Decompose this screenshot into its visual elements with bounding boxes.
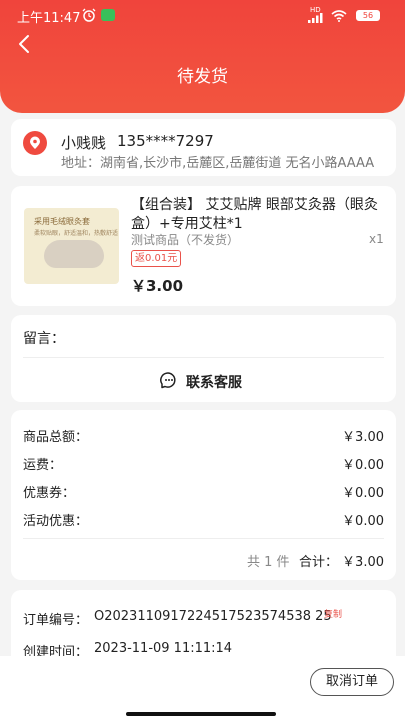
product-image: 采用毛绒眼灸套 柔软贴眼，舒适温和，热敷舒适 xyxy=(24,208,119,284)
summary-row-activity-discount: 活动优惠： ￥0.00 xyxy=(23,510,384,530)
product-name: 【组合装】 艾艾贴牌 眼部艾灸器（眼灸盒）+专用艾柱*1 xyxy=(131,197,378,232)
battery-icon: 56 xyxy=(356,10,380,21)
summary-label: 优惠券： xyxy=(23,486,76,501)
location-pin-icon xyxy=(23,131,47,155)
total-value: ￥3.00 xyxy=(342,555,384,570)
product-spec: 测试商品（不发货） xyxy=(131,233,240,247)
order-number-value: O2023110917224517523574538 25 xyxy=(94,609,332,624)
price-summary-card: 商品总额： ￥3.00 运费： ￥0.00 优惠券： ￥0.00 活动优惠： ￥… xyxy=(11,410,396,580)
address-detail: 地址：湖南省,长沙市,岳麓区,岳麓街道 无名小路AAAA xyxy=(61,156,375,171)
eye-mask-illustration xyxy=(44,240,104,268)
summary-value: ￥0.00 xyxy=(342,458,384,473)
product-quantity: x1 xyxy=(369,232,384,246)
summary-row-goods-total: 商品总额： ￥3.00 xyxy=(23,426,384,446)
bottom-action-bar: 取消订单 xyxy=(0,656,405,720)
summary-row-coupon: 优惠券： ￥0.00 xyxy=(23,482,384,502)
alarm-clock-icon xyxy=(82,8,96,22)
divider xyxy=(23,538,384,539)
message-card: 留言： 联系客服 xyxy=(11,315,396,402)
page-title: 待发货 xyxy=(177,67,228,87)
summary-label: 运费： xyxy=(23,458,63,473)
status-time: 上午11:47 xyxy=(17,11,81,26)
product-card[interactable]: 采用毛绒眼灸套 柔软贴眼，舒适温和，热敷舒适 【组合装】 艾艾贴牌 眼部艾灸器（… xyxy=(11,186,396,306)
summary-value: ￥0.00 xyxy=(342,486,384,501)
contact-service-button[interactable]: 联系客服 xyxy=(11,358,396,402)
summary-value: ￥0.00 xyxy=(342,514,384,529)
total-label: 合计： xyxy=(299,555,339,570)
copy-order-number-button[interactable]: 复制 xyxy=(324,607,342,620)
message-label: 留言： xyxy=(23,331,65,347)
customer-service-icon xyxy=(160,372,176,389)
created-time-value: 2023-11-09 11:11:14 xyxy=(94,641,233,656)
recipient-phone: 135****7297 xyxy=(117,132,214,150)
cancel-order-button[interactable]: 取消订单 xyxy=(310,668,394,696)
back-button[interactable] xyxy=(14,32,36,56)
contact-service-label: 联系客服 xyxy=(186,375,242,391)
rebate-badge: 返0.01元 xyxy=(131,250,182,267)
item-count: 共 1 件 xyxy=(247,555,290,570)
summary-label: 商品总额： xyxy=(23,430,89,445)
product-price: ￥3.00 xyxy=(131,277,184,295)
signal-icon xyxy=(308,13,323,23)
chevron-left-icon xyxy=(19,35,29,53)
summary-row-shipping: 运费： ￥0.00 xyxy=(23,454,384,474)
product-image-subcaption: 柔软贴眼，舒适温和，热敷舒适 xyxy=(34,230,119,237)
wifi-icon xyxy=(331,10,347,22)
wechat-icon xyxy=(101,9,115,21)
product-image-caption: 采用毛绒眼灸套 xyxy=(34,217,90,226)
summary-label: 活动优惠： xyxy=(23,514,89,529)
address-card[interactable]: 小贱贱 135****7297 地址：湖南省,长沙市,岳麓区,岳麓街道 无名小路… xyxy=(11,119,396,176)
order-number-label: 订单编号： xyxy=(23,613,89,628)
summary-value: ￥3.00 xyxy=(342,430,384,445)
status-bar: 上午11:47 HD 56 xyxy=(0,0,405,30)
home-indicator xyxy=(126,712,276,716)
recipient-name: 小贱贱 xyxy=(61,134,107,152)
